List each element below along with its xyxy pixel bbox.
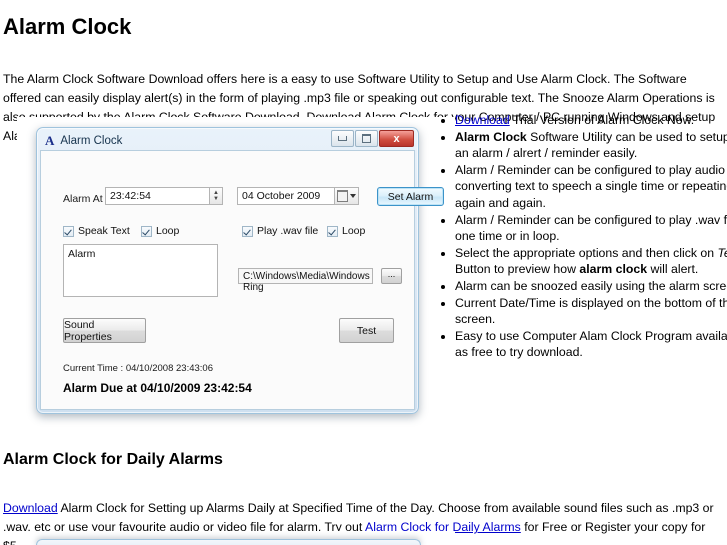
speak-text-label: Speak Text <box>78 225 130 237</box>
maximize-icon <box>362 134 371 143</box>
calendar-dropdown-button[interactable] <box>335 187 359 205</box>
list-item: Current Date/Time is displayed on the bo… <box>455 295 727 328</box>
list-item-text: Alarm can be snoozed easily using the al… <box>455 278 727 293</box>
download-link[interactable]: Download <box>455 113 510 127</box>
speak-loop-label: Loop <box>156 225 180 237</box>
checkbox-checked-icon <box>242 225 253 237</box>
wav-loop-checkbox[interactable]: Loop <box>327 225 365 237</box>
alarm-date-input[interactable]: 04 October 2009 <box>237 187 335 205</box>
page-root: Alarm Clock The Alarm Clock Software Dow… <box>0 0 727 545</box>
alarm-clock-window: A Alarm Clock x Alarm At 23:42:54 ▲ ▼ 04 … <box>36 127 444 414</box>
browse-wav-button[interactable]: ... <box>381 268 402 284</box>
alarm-time-spinner[interactable]: 23:42:54 ▲ ▼ <box>105 187 223 205</box>
list-item-text: Select the appropriate options and then … <box>455 245 718 260</box>
minimize-icon <box>338 136 347 141</box>
sound-properties-button[interactable]: Sound Properties <box>63 318 146 343</box>
list-item: Alarm Clock Software Utility can be used… <box>455 129 727 162</box>
list-item-text: Current Date/Time is displayed on the bo… <box>455 295 727 327</box>
list-item-bold: alarm clock <box>579 262 648 277</box>
list-item: Select the appropriate options and then … <box>455 245 727 278</box>
list-item-text: Alarm / Reminder can be configured to pl… <box>455 162 727 210</box>
download-link-bottom[interactable]: Download <box>3 501 58 515</box>
alarm-due-status: Alarm Due at 04/10/2009 23:42:54 <box>63 381 252 395</box>
list-item: Alarm / Reminder can be configured to pl… <box>455 212 727 245</box>
alarm-time-input[interactable]: 23:42:54 <box>105 187 210 205</box>
checkbox-checked-icon <box>63 225 74 237</box>
set-alarm-button[interactable]: Set Alarm <box>377 187 444 206</box>
list-item-bold: Alarm Clock <box>455 129 527 144</box>
list-item: Easy to use Computer Alam Clock Program … <box>455 328 727 361</box>
window-controls: x <box>331 130 414 147</box>
page-title: Alarm Clock <box>3 14 132 39</box>
spin-down-icon: ▼ <box>213 196 219 202</box>
list-item-italic: Test <box>717 245 727 260</box>
list-item: Download Trial Version of Alarm Clock No… <box>455 112 727 129</box>
speak-loop-checkbox[interactable]: Loop <box>141 225 179 237</box>
second-window-top-edge <box>36 539 421 545</box>
test-button[interactable]: Test <box>339 318 394 343</box>
second-screenshot-figure <box>17 531 455 545</box>
alarm-text-memo[interactable]: Alarm <box>63 244 218 297</box>
current-time-status: Current Time : 04/10/2008 23:43:06 <box>63 363 213 374</box>
speak-text-checkbox[interactable]: Speak Text <box>63 225 130 237</box>
alarm-at-label: Alarm At <box>63 193 103 205</box>
list-item: Alarm / Reminder can be configured to pl… <box>455 162 727 212</box>
list-item-text: Trial Version of Alarm Clock Now. <box>509 113 695 127</box>
list-item: Alarm can be snoozed easily using the al… <box>455 278 727 295</box>
window-title-text: Alarm Clock <box>60 135 123 147</box>
minimize-button[interactable] <box>331 130 354 147</box>
app-logo-icon: A <box>45 133 55 148</box>
checkbox-checked-icon <box>141 225 152 237</box>
play-wav-label: Play .wav file <box>257 225 319 237</box>
play-wav-checkbox[interactable]: Play .wav file <box>242 225 318 237</box>
list-item-text: will alert. <box>647 262 699 277</box>
list-item-text: Easy to use Computer Alam Clock Program … <box>455 328 727 360</box>
chevron-down-icon <box>350 194 356 198</box>
list-item-text: Button to preview how <box>455 262 580 277</box>
close-button[interactable]: x <box>379 130 414 147</box>
wav-loop-label: Loop <box>342 225 366 237</box>
checkbox-checked-icon <box>327 225 338 237</box>
feature-list: Download Trial Version of Alarm Clock No… <box>437 112 727 361</box>
alarm-time-spin-buttons[interactable]: ▲ ▼ <box>210 187 223 205</box>
list-item-text: Alarm / Reminder can be configured to pl… <box>455 212 727 244</box>
maximize-button[interactable] <box>355 130 378 147</box>
alarm-date-picker[interactable]: 04 October 2009 <box>237 187 359 205</box>
app-screenshot-figure: A Alarm Clock x Alarm At 23:42:54 ▲ ▼ 04 … <box>17 117 455 435</box>
section-title-daily-alarms: Alarm Clock for Daily Alarms <box>3 451 223 468</box>
calendar-icon <box>337 190 348 202</box>
window-title-bar: A Alarm Clock x <box>40 130 415 151</box>
wav-path-input[interactable]: C:\Windows\Media\Windows Ring <box>238 268 373 293</box>
window-client-area: Alarm At 23:42:54 ▲ ▼ 04 October 2009 Set… <box>40 150 444 410</box>
